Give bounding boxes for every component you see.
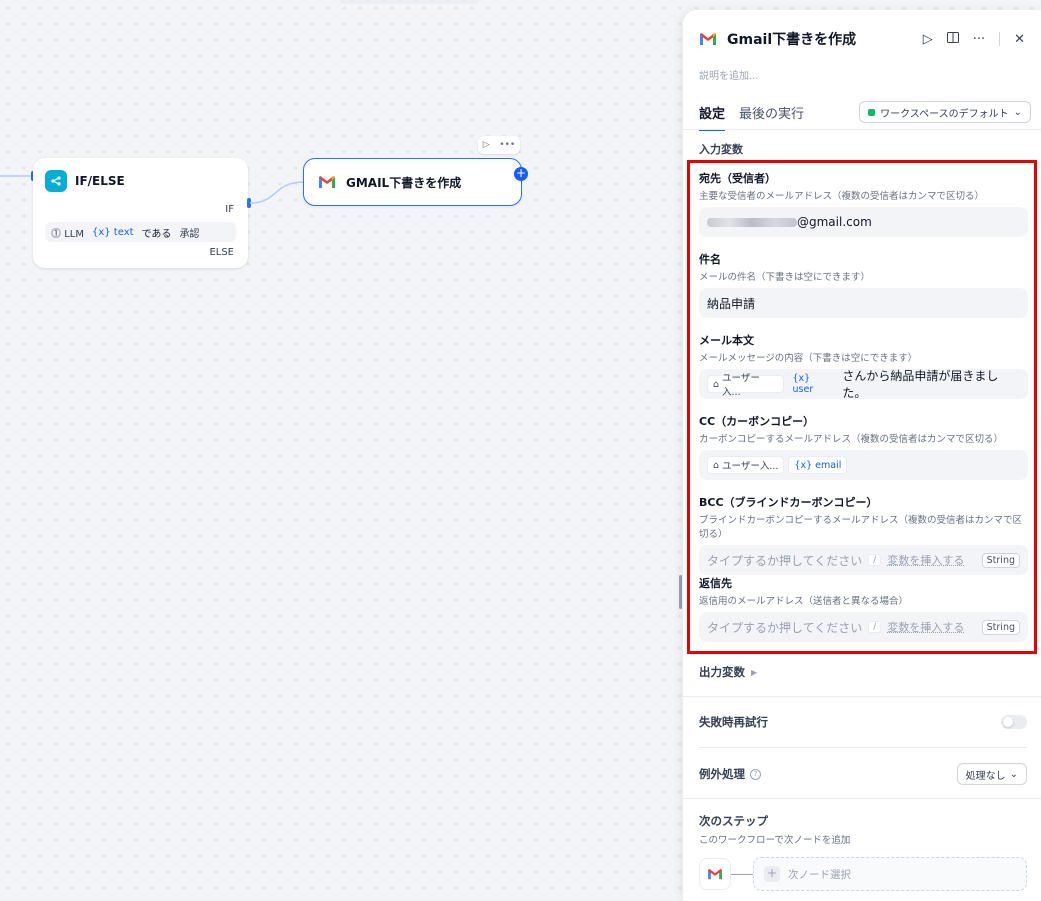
description-input[interactable]: 説明を追加... (699, 67, 759, 82)
tabs-divider (683, 129, 1041, 130)
more-options-icon[interactable]: ••• (499, 140, 515, 150)
output-variables-label: 出力変数 (699, 665, 745, 679)
panel-title: Gmail下書きを作成 (727, 32, 857, 48)
gmail-node-title: GMAIL下書きを作成 (346, 175, 462, 190)
ifelse-title: IF/ELSE (75, 174, 125, 188)
caret-right-icon: ▶ (751, 667, 758, 677)
canvas-top-hint (340, 0, 480, 4)
exception-select[interactable]: 処理なし ⌄ (956, 763, 1027, 785)
tab-settings[interactable]: 設定 (699, 103, 726, 131)
exception-row: 例外処理 ? 処理なし ⌄ (699, 763, 1027, 785)
branch-icon (45, 170, 67, 192)
select-next-node-label: 次ノード選択 (788, 868, 851, 881)
run-node-icon[interactable]: ▷ (483, 140, 490, 150)
header-divider (999, 32, 1001, 46)
plus-icon: + (764, 866, 780, 882)
select-next-node-button[interactable]: + 次ノード選択 (753, 857, 1027, 891)
ifelse-node[interactable]: IF/ELSE IF ⓵ LLM {x} text である 承認 ELSE (33, 158, 248, 268)
workflow-canvas[interactable]: IF/ELSE IF ⓵ LLM {x} text である 承認 ELSE ▷ … (0, 0, 682, 901)
retry-label: 失敗時再試行 (699, 715, 768, 729)
divider (699, 747, 1027, 748)
retry-toggle[interactable] (1001, 715, 1027, 729)
divider (683, 798, 1041, 799)
if-label: IF (225, 204, 234, 215)
condition-row[interactable]: ⓵ LLM {x} text である 承認 (45, 222, 236, 242)
book-icon[interactable] (946, 31, 959, 47)
divider (683, 696, 1041, 697)
connector-line (731, 874, 753, 875)
info-icon[interactable]: ? (750, 768, 761, 780)
close-icon[interactable]: ✕ (1014, 32, 1025, 47)
edge-if-to-gmail (249, 181, 305, 204)
run-icon[interactable]: ▷ (923, 32, 933, 47)
tab-last-run[interactable]: 最後の実行 (739, 103, 804, 131)
workspace-select[interactable]: ワークスペースのデフォルト ⌄ (859, 101, 1031, 123)
output-variables-toggle[interactable]: 出力変数 ▶ (699, 664, 1027, 680)
chevron-down-icon: ⌄ (1009, 768, 1018, 780)
highlight-box (687, 160, 1037, 654)
gmail-node[interactable]: GMAIL下書きを作成 (303, 158, 522, 206)
next-step-desc: このワークフローで次ノードを追加 (699, 835, 851, 846)
llm-condition-source: ⓵ LLM (51, 228, 84, 240)
gmail-icon (700, 33, 716, 45)
workspace-select-label: ワークスペースのデフォルト (880, 108, 1009, 120)
input-variables-label: 入力変数 (699, 143, 743, 156)
condition-variable: {x} text (91, 226, 134, 238)
condition-operator: である (141, 228, 172, 240)
gmail-icon (319, 176, 335, 188)
add-node-button[interactable]: + (514, 167, 528, 181)
next-step-title: 次のステップ (699, 814, 768, 828)
retry-row: 失敗時再試行 (699, 714, 1027, 730)
condition-value: 承認 (179, 228, 200, 240)
chevron-down-icon: ⌄ (1013, 106, 1022, 118)
else-label: ELSE (209, 247, 234, 258)
gmail-icon (699, 858, 731, 890)
more-icon[interactable]: ··· (973, 32, 985, 47)
exception-label: 例外処理 (699, 767, 745, 781)
node-toolbar: ▷ ••• (478, 136, 520, 154)
status-dot-icon (868, 108, 876, 116)
